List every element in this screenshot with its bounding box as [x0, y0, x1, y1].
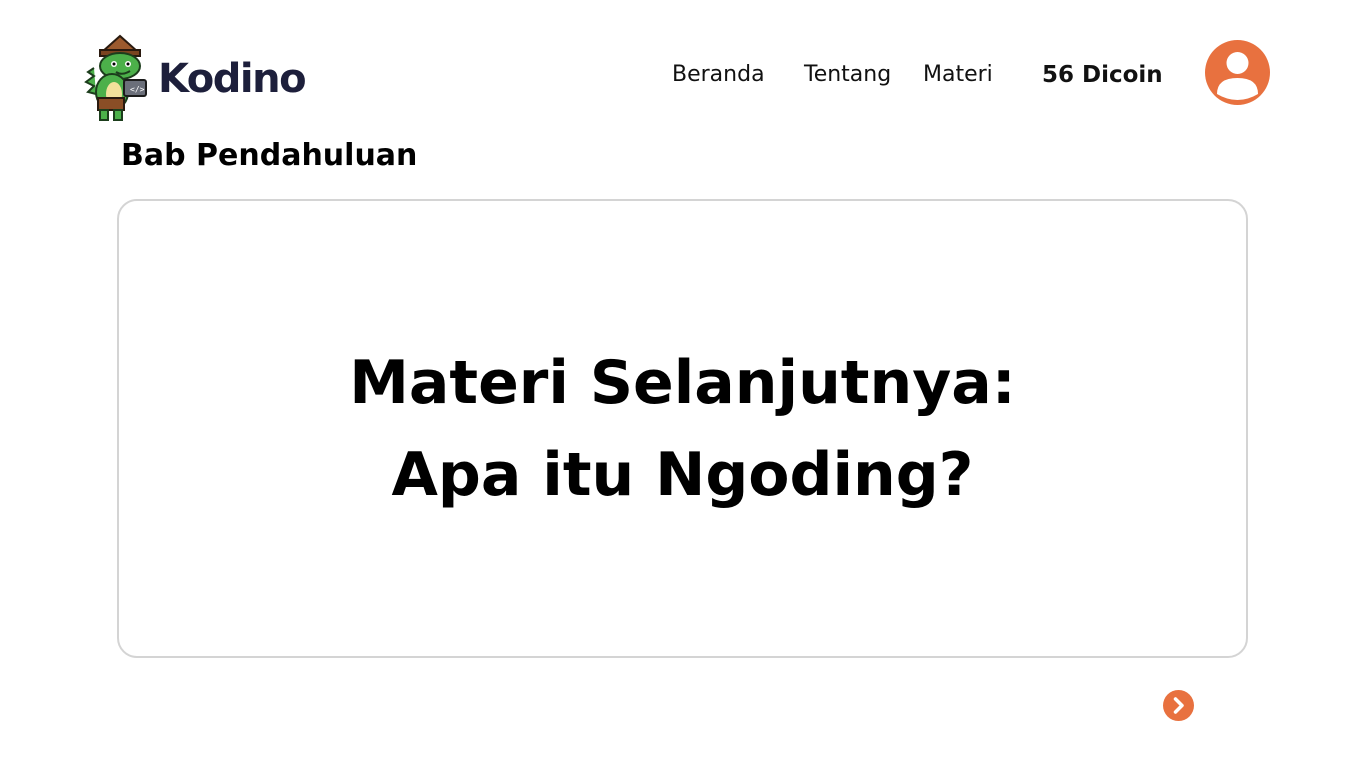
next-button[interactable]	[1163, 690, 1194, 721]
user-icon	[1217, 52, 1258, 100]
nav-item-materi[interactable]: Materi	[923, 58, 993, 92]
lesson-card-text: Materi Selanjutnya: Apa itu Ngoding?	[349, 337, 1016, 521]
dino-mascot-icon: </>	[84, 34, 147, 121]
next-material-title: Apa itu Ngoding?	[391, 439, 974, 510]
chapter-title: Bab Pendahuluan	[121, 138, 418, 173]
coin-balance: 56 Dicoin	[1042, 62, 1163, 88]
page: </> Kodino Beranda Tentang Materi 56 Dic…	[0, 0, 1366, 768]
brand-logo[interactable]: </> Kodino	[80, 34, 307, 124]
nav-item-beranda[interactable]: Beranda	[672, 58, 765, 92]
profile-avatar-button[interactable]	[1205, 40, 1270, 105]
nav-item-tentang[interactable]: Tentang	[804, 58, 891, 92]
brand-name: Kodino	[158, 56, 307, 102]
svg-text:</>: </>	[130, 85, 145, 94]
lesson-card: Materi Selanjutnya: Apa itu Ngoding?	[117, 199, 1248, 658]
next-material-label: Materi Selanjutnya:	[349, 347, 1016, 418]
chevron-right-icon	[1173, 697, 1184, 714]
